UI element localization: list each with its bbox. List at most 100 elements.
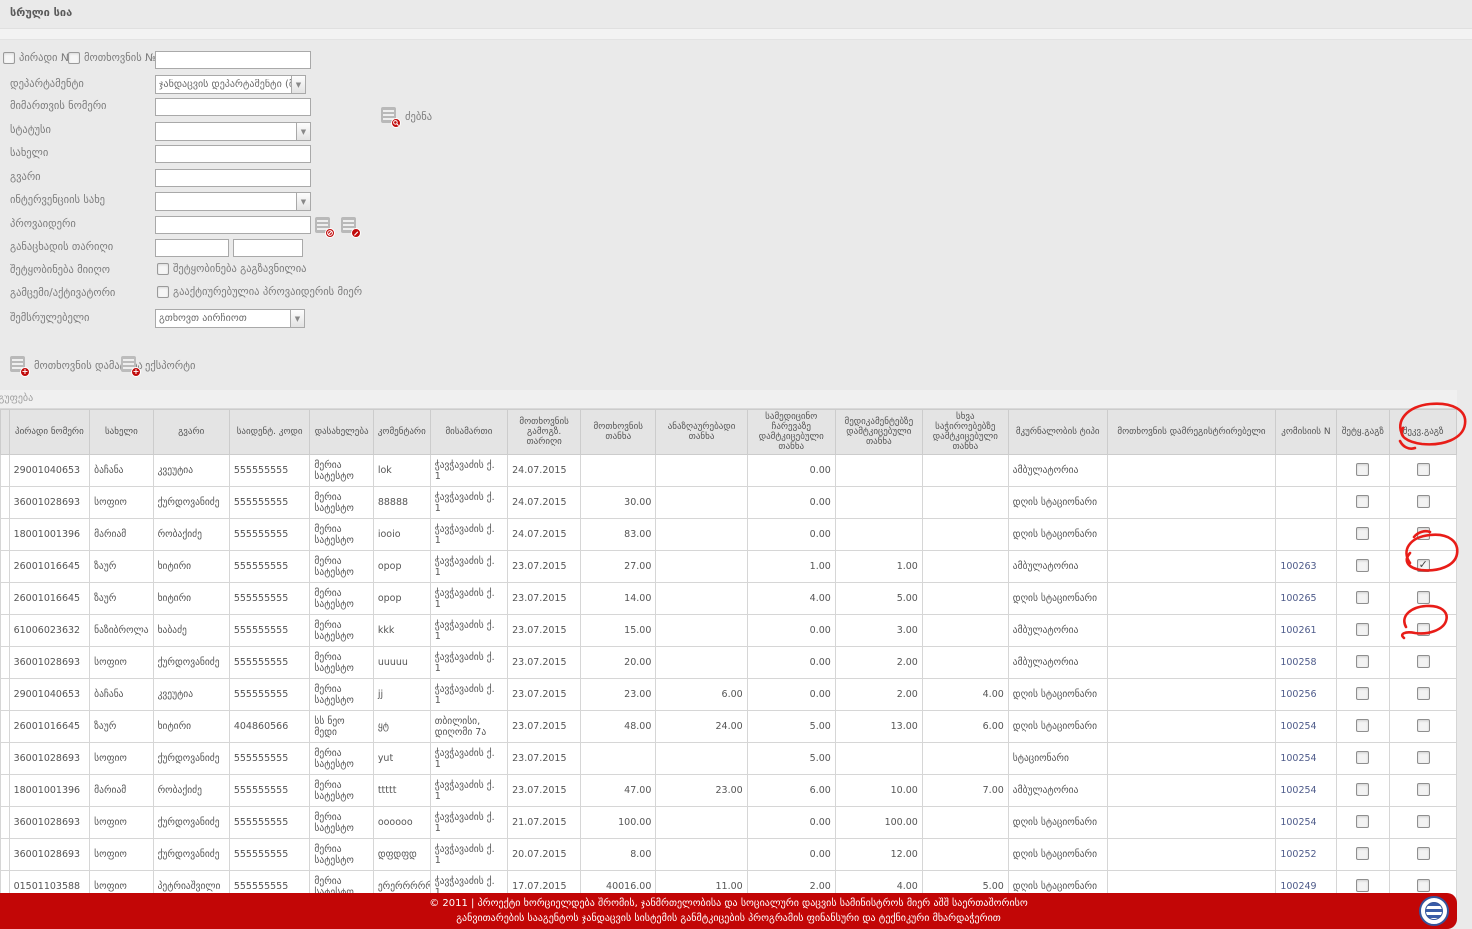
- table-row[interactable]: 36001028693სოფიოქურდოვანიძე555555555მერი…: [1, 743, 1457, 775]
- order-sent-checkbox[interactable]: [1417, 687, 1430, 700]
- activated-by-provider-checkbox-label[interactable]: გააქტიურებულია პროვაიდერის მიერ: [157, 286, 362, 298]
- cell-treatment-type: დღის სტაციონარი: [1008, 839, 1107, 871]
- notif-sent-checkbox[interactable]: [1356, 495, 1369, 508]
- request-no-checkbox[interactable]: [68, 52, 80, 64]
- notif-sent-checkbox[interactable]: [1356, 527, 1369, 540]
- column-header[interactable]: დასახელება: [310, 410, 373, 455]
- notification-sent-checkbox-label[interactable]: შეტყობინება გაგზავნილია: [157, 263, 307, 275]
- table-row[interactable]: 18001001396მარიამრობაქიძე555555555მერია …: [1, 519, 1457, 551]
- search-button[interactable]: ძებნა: [381, 107, 432, 126]
- order-sent-checkbox[interactable]: [1417, 751, 1430, 764]
- personal-no-checkbox[interactable]: [3, 52, 15, 64]
- intervention-type-select[interactable]: ▼: [155, 192, 311, 211]
- column-header[interactable]: კომენტარი: [373, 410, 430, 455]
- table-row[interactable]: 29001040653ბაჩანაკვეუტია555555555მერია ს…: [1, 455, 1457, 487]
- column-header[interactable]: სხვა საჭიროებებზე დამტკიცებული თანხა: [922, 410, 1008, 455]
- notif-sent-checkbox[interactable]: [1356, 847, 1369, 860]
- column-header[interactable]: მოთხოვნის დამრეგისტრირებელი: [1107, 410, 1276, 455]
- order-sent-checkbox[interactable]: [1417, 815, 1430, 828]
- column-header[interactable]: გვარი: [153, 410, 229, 455]
- executor-select[interactable]: გთხოვთ აირჩიოთ ▼: [155, 309, 305, 328]
- column-header[interactable]: მისამართი: [430, 410, 507, 455]
- column-header[interactable]: ანაზღაურებადი თანხა: [656, 410, 747, 455]
- column-header[interactable]: საიდენტ. კოდი: [229, 410, 310, 455]
- column-header[interactable]: [1, 410, 10, 455]
- table-row[interactable]: 36001028693სოფიოქურდოვანიძე555555555მერი…: [1, 839, 1457, 871]
- order-sent-checkbox[interactable]: [1417, 527, 1430, 540]
- activated-by-provider-checkbox[interactable]: [157, 286, 169, 298]
- table-row[interactable]: 36001028693სოფიოქურდოვანიძე555555555მერი…: [1, 807, 1457, 839]
- notif-sent-checkbox[interactable]: [1356, 655, 1369, 668]
- cell-sent-date: 23.07.2015: [508, 775, 581, 807]
- export-button[interactable]: + ექსპორტი: [121, 356, 195, 375]
- cell-comment: დფდფდ: [373, 839, 430, 871]
- order-sent-checkbox[interactable]: [1417, 655, 1430, 668]
- order-sent-checkbox[interactable]: [1417, 847, 1430, 860]
- order-sent-checkbox[interactable]: [1417, 623, 1430, 636]
- first-name-input[interactable]: [155, 145, 311, 163]
- order-sent-checkbox[interactable]: [1417, 559, 1430, 572]
- column-header[interactable]: პირადი ნომერი: [9, 410, 90, 455]
- notif-sent-checkbox[interactable]: [1356, 751, 1369, 764]
- cell-pn: 26001016645: [9, 551, 90, 583]
- order-sent-checkbox[interactable]: [1417, 463, 1430, 476]
- notif-sent-checkbox[interactable]: [1356, 879, 1369, 892]
- personal-no-checkbox-label[interactable]: პირადი №: [3, 52, 72, 64]
- cell-last-name: რობაქიძე: [153, 519, 229, 551]
- table-row[interactable]: 36001028693სოფიოქურდოვანიძე555555555მერი…: [1, 487, 1457, 519]
- notif-sent-checkbox[interactable]: [1356, 463, 1369, 476]
- table-row[interactable]: 26001016645ზაურხიტირი555555555მერია სატე…: [1, 583, 1457, 615]
- notif-sent-checkbox[interactable]: [1356, 591, 1369, 604]
- order-sent-checkbox[interactable]: [1417, 719, 1430, 732]
- column-header[interactable]: მკურნალობის ტიპი: [1008, 410, 1107, 455]
- table-row[interactable]: 26001016645ზაურხიტირი404860566სს ნეო მედ…: [1, 711, 1457, 743]
- column-header[interactable]: მოთხოვნის გამოგზ. თარიღი: [508, 410, 581, 455]
- column-header[interactable]: შეკვ.გაგზ: [1390, 410, 1457, 455]
- provider-label: პროვაიდერი: [10, 218, 76, 230]
- provider-clear-icon[interactable]: [315, 217, 334, 236]
- cell-registrar: [1107, 615, 1276, 647]
- cell-reimbursable: 6.00: [656, 679, 747, 711]
- order-sent-checkbox[interactable]: [1417, 783, 1430, 796]
- status-select[interactable]: ▼: [155, 122, 311, 141]
- notif-sent-checkbox[interactable]: [1356, 815, 1369, 828]
- department-select[interactable]: ჯანდაცვის დეპარტამენტი (მერ ▼: [155, 75, 306, 94]
- notif-sent-checkbox[interactable]: [1356, 783, 1369, 796]
- column-header[interactable]: მედიკამენტებზე დამტკიცებული თანხა: [835, 410, 922, 455]
- last-name-input[interactable]: [155, 169, 311, 187]
- number-search-input[interactable]: [155, 51, 311, 69]
- table-row[interactable]: 29001040653ბაჩანაკვეუტია555555555მერია ს…: [1, 679, 1457, 711]
- cell-code: 555555555: [229, 647, 310, 679]
- notification-sent-checkbox[interactable]: [157, 263, 169, 275]
- referral-no-input[interactable]: [155, 98, 311, 116]
- notif-sent-checkbox[interactable]: [1356, 687, 1369, 700]
- column-header[interactable]: სახელი: [90, 410, 153, 455]
- order-sent-checkbox[interactable]: [1417, 495, 1430, 508]
- table-row[interactable]: 18001001396მარიამრობაქიძე555555555მერია …: [1, 775, 1457, 807]
- cell-other: [922, 615, 1008, 647]
- column-header[interactable]: შეტყ.გაგზ: [1336, 410, 1390, 455]
- table-row[interactable]: 36001028693სოფიოქურდოვანიძე555555555მერი…: [1, 647, 1457, 679]
- cell-medication: [835, 487, 922, 519]
- add-request-icon: +: [10, 356, 29, 375]
- cell-other: [922, 519, 1008, 551]
- notif-sent-checkbox[interactable]: [1356, 559, 1369, 572]
- request-no-checkbox-label[interactable]: მოთხოვნის №: [68, 52, 156, 64]
- cell-code: 555555555: [229, 807, 310, 839]
- cell-comment: iooio: [373, 519, 430, 551]
- provider-input[interactable]: [155, 216, 311, 234]
- column-header[interactable]: კომისიის N: [1276, 410, 1336, 455]
- application-date-from-input[interactable]: [155, 239, 229, 257]
- table-row[interactable]: 26001016645ზაურხიტირი555555555მერია სატე…: [1, 551, 1457, 583]
- grid-group-bar[interactable]: ჯგუფება: [0, 390, 1457, 409]
- order-sent-checkbox[interactable]: [1417, 591, 1430, 604]
- table-row[interactable]: 61006023632ნაზიბროლახაბაძე555555555მერია…: [1, 615, 1457, 647]
- cell-last-name: კვეუტია: [153, 679, 229, 711]
- order-sent-checkbox[interactable]: [1417, 879, 1430, 892]
- provider-edit-icon[interactable]: [341, 217, 360, 236]
- column-header[interactable]: მოთხოვნის თანხა: [581, 410, 656, 455]
- column-header[interactable]: სამედიცინო ჩარევაზე დამტკიცებული თანხა: [747, 410, 835, 455]
- notif-sent-checkbox[interactable]: [1356, 719, 1369, 732]
- notif-sent-checkbox[interactable]: [1356, 623, 1369, 636]
- application-date-to-input[interactable]: [233, 239, 303, 257]
